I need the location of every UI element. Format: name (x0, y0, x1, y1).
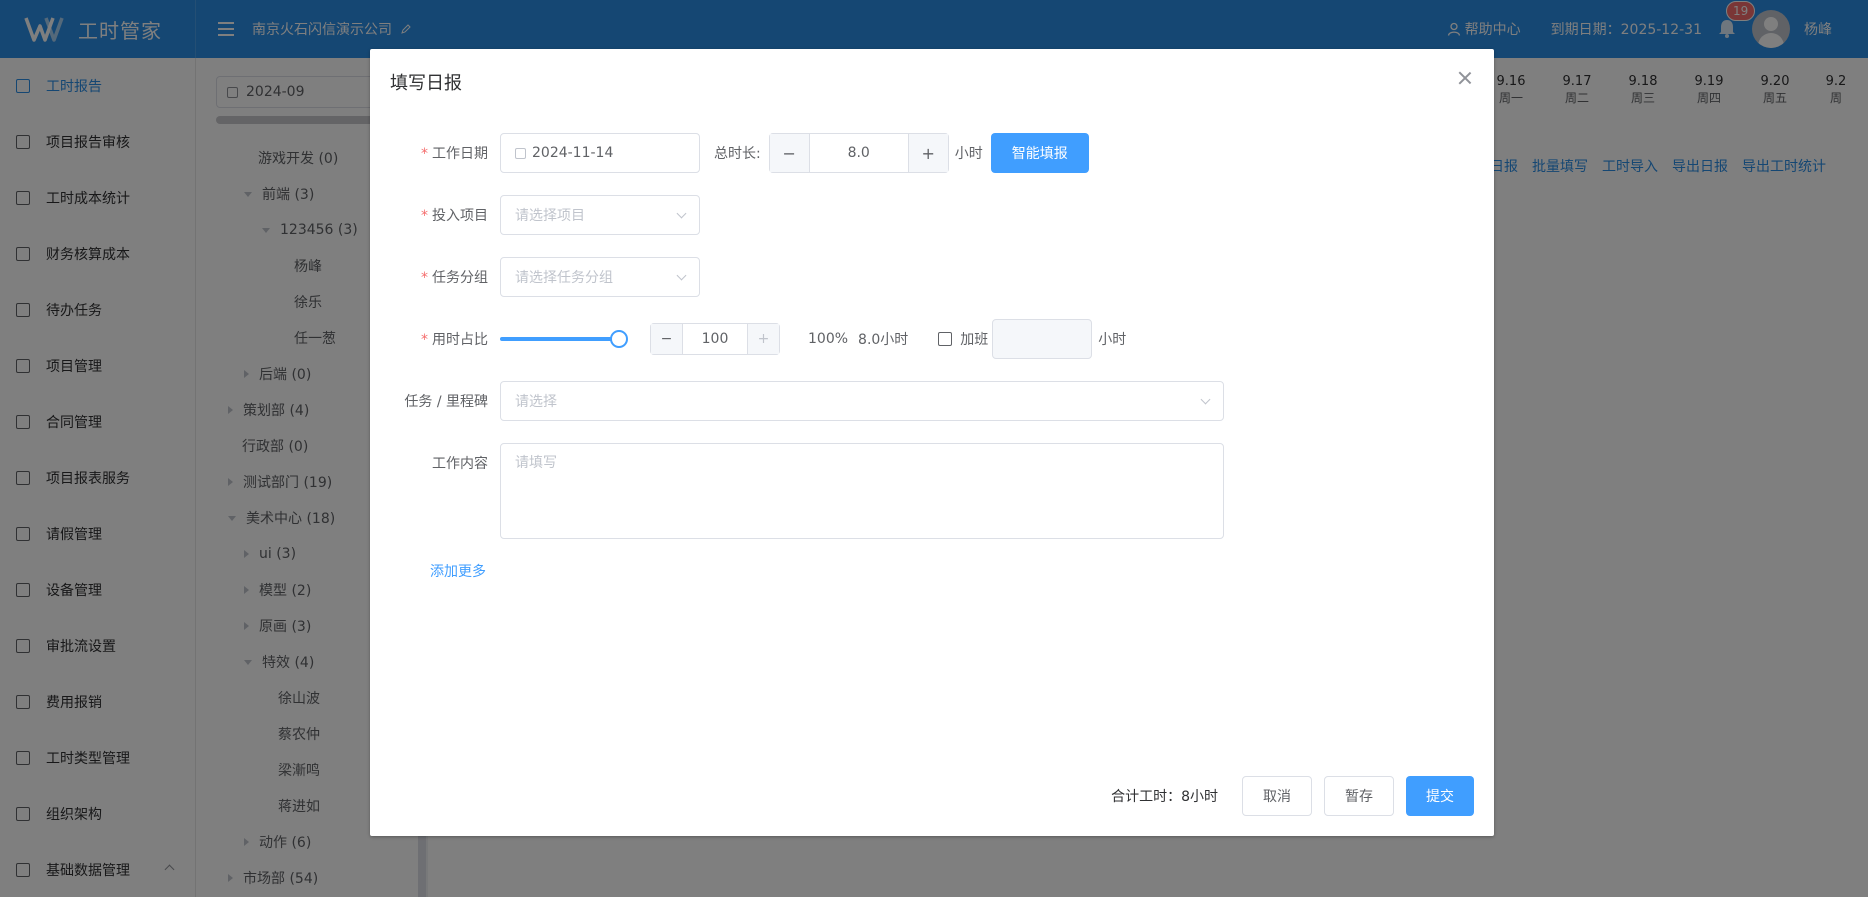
save-draft-button[interactable]: 暂存 (1324, 776, 1394, 816)
slider-track[interactable] (500, 337, 620, 341)
plus-icon[interactable]: + (907, 134, 948, 172)
ratio-label: 用时占比 (432, 332, 488, 348)
ratio-hours: 8.0小时 (858, 332, 909, 348)
chevron-down-icon (676, 208, 687, 219)
work-date-picker[interactable]: 2024-11-14 (500, 133, 700, 173)
overtime-unit: 小时 (1098, 332, 1127, 348)
total-duration-stepper[interactable]: − 8.0 + (768, 133, 949, 173)
ratio-row: * 用时占比 − 100 + 100% 8.0小时 加班 小时 (370, 319, 1126, 359)
content-row: 工作内容 请填写 (370, 443, 1224, 539)
dialog-footer: 合计工时：8小时 取消 暂存 提交 (1111, 776, 1474, 816)
project-row: * 投入项目 请选择项目 (370, 195, 700, 235)
work-content-textarea[interactable]: 请填写 (500, 443, 1224, 539)
task-group-select[interactable]: 请选择任务分组 (500, 257, 700, 297)
cancel-button[interactable]: 取消 (1242, 776, 1312, 816)
calendar-icon (515, 147, 526, 159)
submit-button[interactable]: 提交 (1406, 776, 1474, 816)
work-date-row: * 工作日期 2024-11-14 总时长: − 8.0 + 小时 智能填报 (370, 133, 1089, 173)
task-row: 任务 / 里程碑 请选择 (370, 381, 1224, 421)
overtime-label[interactable]: 加班 (960, 329, 988, 349)
task-label: 任务 / 里程碑 (404, 394, 488, 410)
slider-handle[interactable] (610, 330, 628, 348)
work-date-label: 工作日期 (432, 146, 488, 162)
chevron-down-icon (1200, 394, 1211, 405)
project-select[interactable]: 请选择项目 (500, 195, 700, 235)
content-label: 工作内容 (432, 456, 488, 472)
task-milestone-select[interactable]: 请选择 (500, 381, 1224, 421)
ratio-percent: 100% (808, 331, 849, 347)
total-duration-label: 总时长: (714, 146, 761, 162)
ratio-value[interactable]: 100 (683, 324, 747, 354)
total-hours: 合计工时：8小时 (1111, 789, 1218, 805)
minus-icon[interactable]: − (651, 324, 683, 354)
hours-unit: 小时 (954, 146, 983, 162)
overtime-hours-input[interactable] (992, 319, 1093, 359)
add-more-link[interactable]: 添加更多 (430, 561, 486, 581)
close-icon[interactable] (1458, 71, 1472, 85)
total-duration-value[interactable]: 8.0 (810, 134, 908, 172)
task-group-label: 任务分组 (432, 270, 488, 286)
daily-report-dialog: 填写日报 * 工作日期 2024-11-14 总时长: − 8.0 + 小时 智能… (370, 49, 1494, 836)
dialog-title: 填写日报 (390, 73, 462, 94)
ratio-slider[interactable] (500, 329, 628, 349)
project-label: 投入项目 (432, 208, 488, 224)
chevron-down-icon (676, 270, 687, 281)
plus-icon[interactable]: + (747, 324, 779, 354)
ratio-stepper[interactable]: − 100 + (650, 323, 780, 355)
minus-icon[interactable]: − (769, 134, 810, 172)
smart-fill-button[interactable]: 智能填报 (990, 133, 1089, 173)
overtime-checkbox[interactable] (938, 332, 953, 346)
task-group-row: * 任务分组 请选择任务分组 (370, 257, 700, 297)
